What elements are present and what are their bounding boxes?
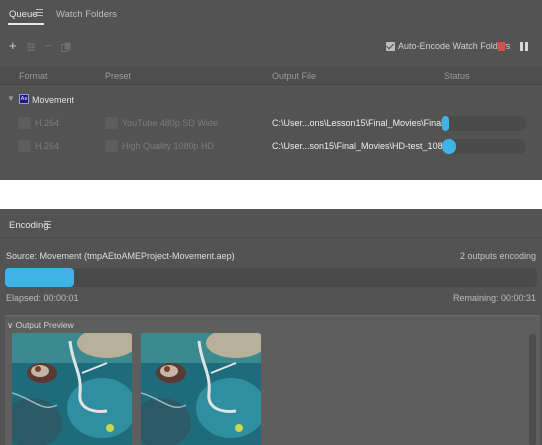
encoding-panel-title[interactable]: Encoding bbox=[9, 220, 49, 231]
tab-queue[interactable]: Queue bbox=[9, 9, 38, 20]
remaining-time: Remaining: 00:00:31 bbox=[452, 293, 536, 303]
preview-scrollbar[interactable] bbox=[529, 334, 536, 445]
preview-thumbnail bbox=[12, 333, 132, 445]
minus-icon[interactable]: − bbox=[45, 39, 53, 52]
after-effects-icon: Ae bbox=[19, 94, 29, 104]
status-progress-fill bbox=[442, 139, 457, 154]
status-progress-bar bbox=[442, 139, 526, 154]
status-progress-bar bbox=[442, 116, 526, 131]
queue-panel: Queue Watch Folders + − Auto-Encode Watc… bbox=[0, 0, 542, 180]
format-dropdown-icon[interactable] bbox=[18, 117, 31, 129]
settings-icon[interactable] bbox=[26, 42, 36, 52]
queue-item-preset[interactable]: YouTube 480p SD Wide bbox=[122, 118, 218, 128]
queue-item-format[interactable]: H.264 bbox=[35, 118, 59, 128]
queue-item-row[interactable]: H.264 High Quality 1080p HD C:\User...so… bbox=[0, 137, 542, 156]
format-dropdown-icon[interactable] bbox=[18, 140, 31, 152]
chevron-down-icon[interactable]: ▼ bbox=[7, 94, 15, 103]
encoding-panel: Encoding Source: Movement (tmpAEtoAMEPro… bbox=[0, 209, 542, 445]
stop-icon[interactable] bbox=[498, 42, 505, 51]
encoding-progress-fill bbox=[5, 268, 75, 287]
pause-icon[interactable] bbox=[520, 42, 528, 51]
plus-icon[interactable]: + bbox=[9, 39, 17, 52]
auto-encode-toggle[interactable]: Auto-Encode Watch Folders bbox=[386, 41, 510, 51]
preset-dropdown-icon[interactable] bbox=[105, 140, 118, 152]
auto-encode-label: Auto-Encode Watch Folders bbox=[398, 41, 511, 51]
checkbox-checked-icon[interactable] bbox=[386, 41, 395, 51]
queue-item-format[interactable]: H.264 bbox=[35, 141, 59, 151]
chevron-down-icon[interactable]: ∨ bbox=[7, 320, 13, 330]
queue-toolbar: + − Auto-Encode Watch Folders bbox=[0, 38, 542, 56]
column-output-file[interactable]: Output File bbox=[272, 71, 316, 81]
header-divider bbox=[0, 84, 542, 85]
column-preset[interactable]: Preset bbox=[105, 71, 131, 81]
group-name: Movement bbox=[32, 95, 75, 105]
panel-menu-icon[interactable] bbox=[36, 9, 43, 17]
queue-tabs: Queue Watch Folders bbox=[0, 0, 542, 26]
elapsed-time: Elapsed: 00:00:01 bbox=[6, 293, 79, 303]
duplicate-icon[interactable] bbox=[61, 42, 71, 52]
active-tab-indicator bbox=[8, 23, 44, 25]
output-preview-header[interactable]: ∨ Output Preview bbox=[7, 320, 74, 331]
queue-item-row[interactable]: H.264 YouTube 480p SD Wide C:\User...ons… bbox=[0, 114, 542, 133]
preview-thumbnail bbox=[141, 333, 261, 445]
encoding-progress-bar bbox=[5, 268, 537, 287]
preset-dropdown-icon[interactable] bbox=[105, 117, 118, 129]
output-preview: ∨ Output Preview bbox=[5, 315, 540, 445]
encoding-source: Source: Movement (tmpAEtoAMEProject-Move… bbox=[6, 251, 235, 261]
queue-column-header: Format Preset Output File Status bbox=[0, 66, 542, 84]
column-format[interactable]: Format bbox=[19, 71, 48, 81]
queue-group-row[interactable]: ▼ Ae Movement bbox=[0, 91, 542, 109]
encoding-outputs-count: 2 outputs encoding bbox=[459, 251, 536, 261]
panel-menu-icon[interactable] bbox=[44, 221, 51, 229]
panel-divider bbox=[0, 237, 542, 238]
tab-watch-folders[interactable]: Watch Folders bbox=[56, 9, 117, 20]
output-preview-label: Output Preview bbox=[15, 320, 74, 330]
column-status[interactable]: Status bbox=[444, 71, 470, 81]
status-progress-fill bbox=[442, 116, 449, 131]
queue-item-preset[interactable]: High Quality 1080p HD bbox=[122, 141, 214, 151]
